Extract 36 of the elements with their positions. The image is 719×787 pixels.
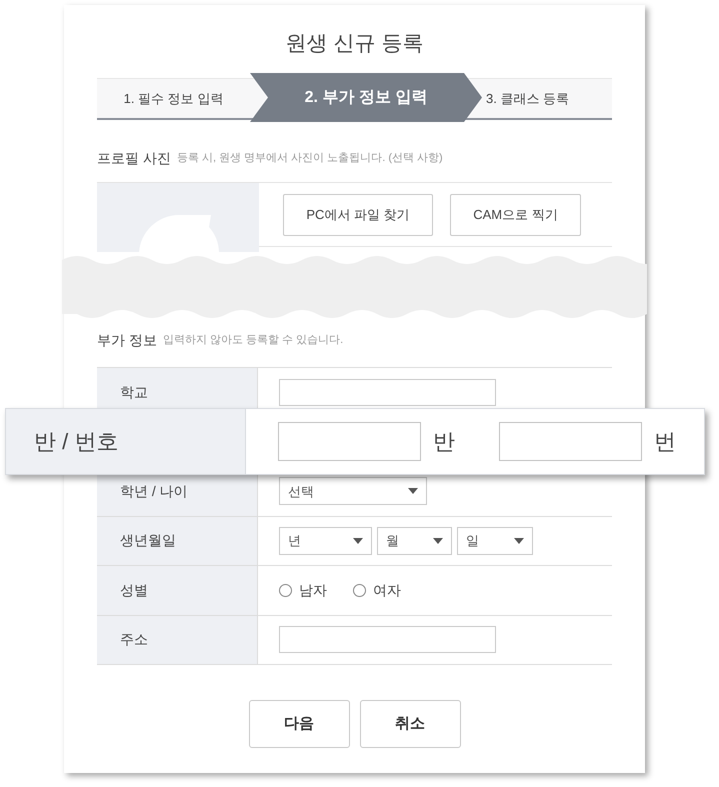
field-label: 학년 / 나이	[120, 482, 188, 501]
step-tab[interactable]: 1. 필수 정보 입력	[97, 79, 250, 118]
input-field[interactable]	[499, 422, 642, 461]
radio-label: 남자	[299, 580, 327, 600]
input-field[interactable]	[278, 422, 421, 461]
dropdown-caret-icon	[433, 538, 443, 544]
unit-label: 번	[654, 428, 676, 456]
upload-button[interactable]: CAM으로 찍기	[450, 194, 581, 236]
radio-label: 여자	[373, 580, 401, 600]
upload-button[interactable]: PC에서 파일 찾기	[283, 194, 433, 236]
dropdown-caret-icon	[353, 538, 363, 544]
input-field[interactable]	[279, 378, 496, 406]
form-button[interactable]: 취소	[360, 700, 460, 748]
dropdown-caret-icon	[514, 538, 524, 544]
select-dropdown[interactable]: 월	[377, 526, 452, 555]
form-button[interactable]: 다음	[248, 700, 350, 748]
select-dropdown[interactable]: 일	[457, 526, 533, 555]
unit-label: 반	[433, 428, 455, 456]
field-label: 학교	[120, 382, 148, 402]
page-title: 원생 신규 등록	[286, 30, 424, 57]
input-field[interactable]	[279, 626, 496, 654]
field-label: 주소	[120, 630, 148, 650]
step-tab[interactable]: 2. 부가 정보 입력	[250, 73, 482, 122]
dropdown-caret-icon	[408, 488, 418, 494]
select-dropdown[interactable]: 선택	[279, 477, 427, 506]
field-label: 생년월일	[120, 531, 176, 550]
section-hint: 등록 시, 원생 명부에서 사진이 노출됩니다. (선택 사항)	[176, 150, 443, 166]
select-dropdown[interactable]: 년	[279, 526, 372, 555]
section-hint: 입력하지 않아도 등록할 수 있습니다.	[162, 332, 344, 348]
field-label: 반 / 번호	[34, 428, 118, 456]
step-tab[interactable]: 3. 클래스 등록	[482, 79, 612, 118]
field-label: 성별	[120, 580, 148, 600]
section-heading: 부가 정보	[97, 330, 157, 350]
radio-button[interactable]	[279, 584, 292, 597]
radio-button[interactable]	[353, 584, 366, 597]
section-heading: 프로필 사진	[97, 148, 171, 168]
